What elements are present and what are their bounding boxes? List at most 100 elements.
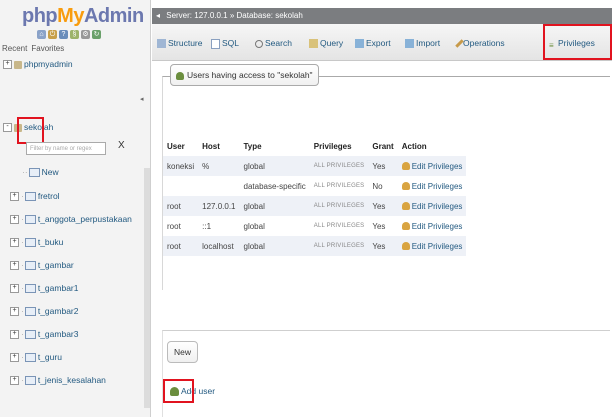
tab-label: Import [416,38,441,48]
table-item[interactable]: + · t_buku [10,235,63,249]
table-item[interactable]: + · t_jenis_kesalahan [10,373,106,387]
recent-tab[interactable]: Recent [2,44,27,53]
privileges-cell: ALL PRIVILEGES [309,216,369,236]
db-name[interactable]: phpmyadmin [24,59,73,69]
tab-query[interactable]: Query [309,36,343,50]
collapse-panel-icon[interactable]: ◂ [152,8,164,24]
table-name[interactable]: t_gambar3 [38,329,79,339]
table-icon [24,215,36,225]
server-breadcrumb[interactable]: Server: 127.0.0.1 [166,11,227,20]
tab-label: Query [320,38,344,48]
table-name[interactable]: t_gambar2 [38,306,79,316]
tab-search[interactable]: Search [255,36,292,50]
tab-export[interactable]: Export [355,36,391,50]
new-table-label[interactable]: New [42,167,59,177]
import-icon [405,39,414,49]
edit-privileges-link[interactable]: Edit Privileges [397,196,467,216]
table-name[interactable]: t_buku [38,237,64,247]
table-row: root ::1 global ALL PRIVILEGES Yes Edit … [163,216,467,236]
collapse-icon[interactable]: - [3,123,12,133]
grant-cell: Yes [368,216,398,236]
expand-icon[interactable]: + [10,192,19,202]
phpmyadmin-logo[interactable]: phpMyAdmin [22,5,144,28]
expand-icon[interactable]: + [10,307,19,317]
table-item[interactable]: + · t_gambar2 [10,304,78,318]
grant-cell: No [368,176,398,196]
expand-icon[interactable]: + [10,261,19,271]
expand-icon[interactable]: + [10,330,19,340]
users-legend-text: Users having access to "sekolah" [187,70,313,80]
collapse-all-icon[interactable]: ◂ [140,95,144,103]
users-icon [176,71,184,80]
new-table-icon [28,168,40,178]
sql-docs-icon[interactable]: § [70,30,79,39]
tab-operations[interactable]: Operations [455,36,505,50]
search-icon [255,39,263,48]
expand-icon[interactable]: + [10,238,19,248]
table-name[interactable]: t_guru [38,352,62,362]
edit-privileges-link[interactable]: Edit Privileges [397,236,467,256]
host-cell: % [198,156,240,176]
quick-links: ⌂ ⏻ ? § ⚙ ↻ [37,30,101,39]
table-name[interactable]: t_jenis_kesalahan [38,375,106,385]
edit-privileges-icon [401,242,410,251]
edit-privileges-icon [401,222,410,231]
column-header: Action [397,137,467,156]
edit-privileges-link[interactable]: Edit Privileges [397,176,467,196]
favorites-tab[interactable]: Favorites [31,44,64,53]
table-row: root 127.0.0.1 global ALL PRIVILEGES Yes… [163,196,467,216]
users-table: User Host Type Privileges Grant Action k… [163,137,467,256]
logout-icon[interactable]: ⏻ [48,30,57,39]
edit-privileges-icon [401,182,410,191]
edit-privileges-link[interactable]: Edit Privileges [397,216,467,236]
database-breadcrumb[interactable]: Database: sekolah [237,11,303,20]
tab-label: Export [366,38,391,48]
column-header: Privileges [309,137,369,156]
edit-privileges-link[interactable]: Edit Privileges [397,156,467,176]
type-cell: global [239,236,310,256]
settings-icon[interactable]: ⚙ [81,30,90,39]
table-header-row: User Host Type Privileges Grant Action [163,137,467,156]
edit-privileges-label: Edit Privileges [411,161,463,171]
grant-cell: Yes [368,196,398,216]
docs-icon[interactable]: ? [59,30,68,39]
db-item-phpmyadmin[interactable]: + phpmyadmin [3,57,73,71]
table-item[interactable]: + · t_guru [10,350,62,364]
expand-icon[interactable]: + [10,284,19,294]
new-table-item[interactable]: ·· New [22,165,59,179]
table-name[interactable]: t_gambar1 [38,283,79,293]
table-item[interactable]: + · fretrol [10,189,60,203]
table-item[interactable]: + · t_gambar [10,258,74,272]
breadcrumb: ◂ Server: 127.0.0.1 » Database: sekolah [152,8,612,24]
tab-sql[interactable]: SQL [211,36,239,50]
clear-filter-icon[interactable]: X [118,140,125,151]
tab-structure[interactable]: Structure [157,36,203,50]
export-icon [355,39,364,49]
column-header: Type [239,137,310,156]
table-name[interactable]: fretrol [38,191,60,201]
table-item[interactable]: + · t_gambar3 [10,327,78,341]
expand-icon[interactable]: + [10,376,19,386]
logo-php: php [22,5,58,27]
table-name[interactable]: t_gambar [38,260,74,270]
expand-icon[interactable]: + [10,353,19,363]
table-item[interactable]: + · t_anggota_perpustakaan [10,212,132,226]
new-user-fieldset [162,330,610,417]
table-item[interactable]: + · t_gambar1 [10,281,78,295]
expand-icon[interactable]: + [3,60,12,70]
table-name[interactable]: t_anggota_perpustakaan [38,214,132,224]
table-icon [24,192,36,202]
sidebar-scrollbar[interactable] [144,168,150,408]
host-cell: localhost [198,236,240,256]
home-icon[interactable]: ⌂ [37,30,46,39]
tab-import[interactable]: Import [405,36,440,50]
edit-privileges-label: Edit Privileges [411,201,463,211]
privileges-cell: ALL PRIVILEGES [309,236,369,256]
expand-icon[interactable]: + [10,215,19,225]
grant-cell: Yes [368,156,398,176]
user-cell [163,176,199,196]
reload-icon[interactable]: ↻ [92,30,101,39]
user-cell: root [163,196,199,216]
table-filter-input[interactable]: Filter by name or regex [26,142,106,155]
structure-icon [157,39,166,49]
